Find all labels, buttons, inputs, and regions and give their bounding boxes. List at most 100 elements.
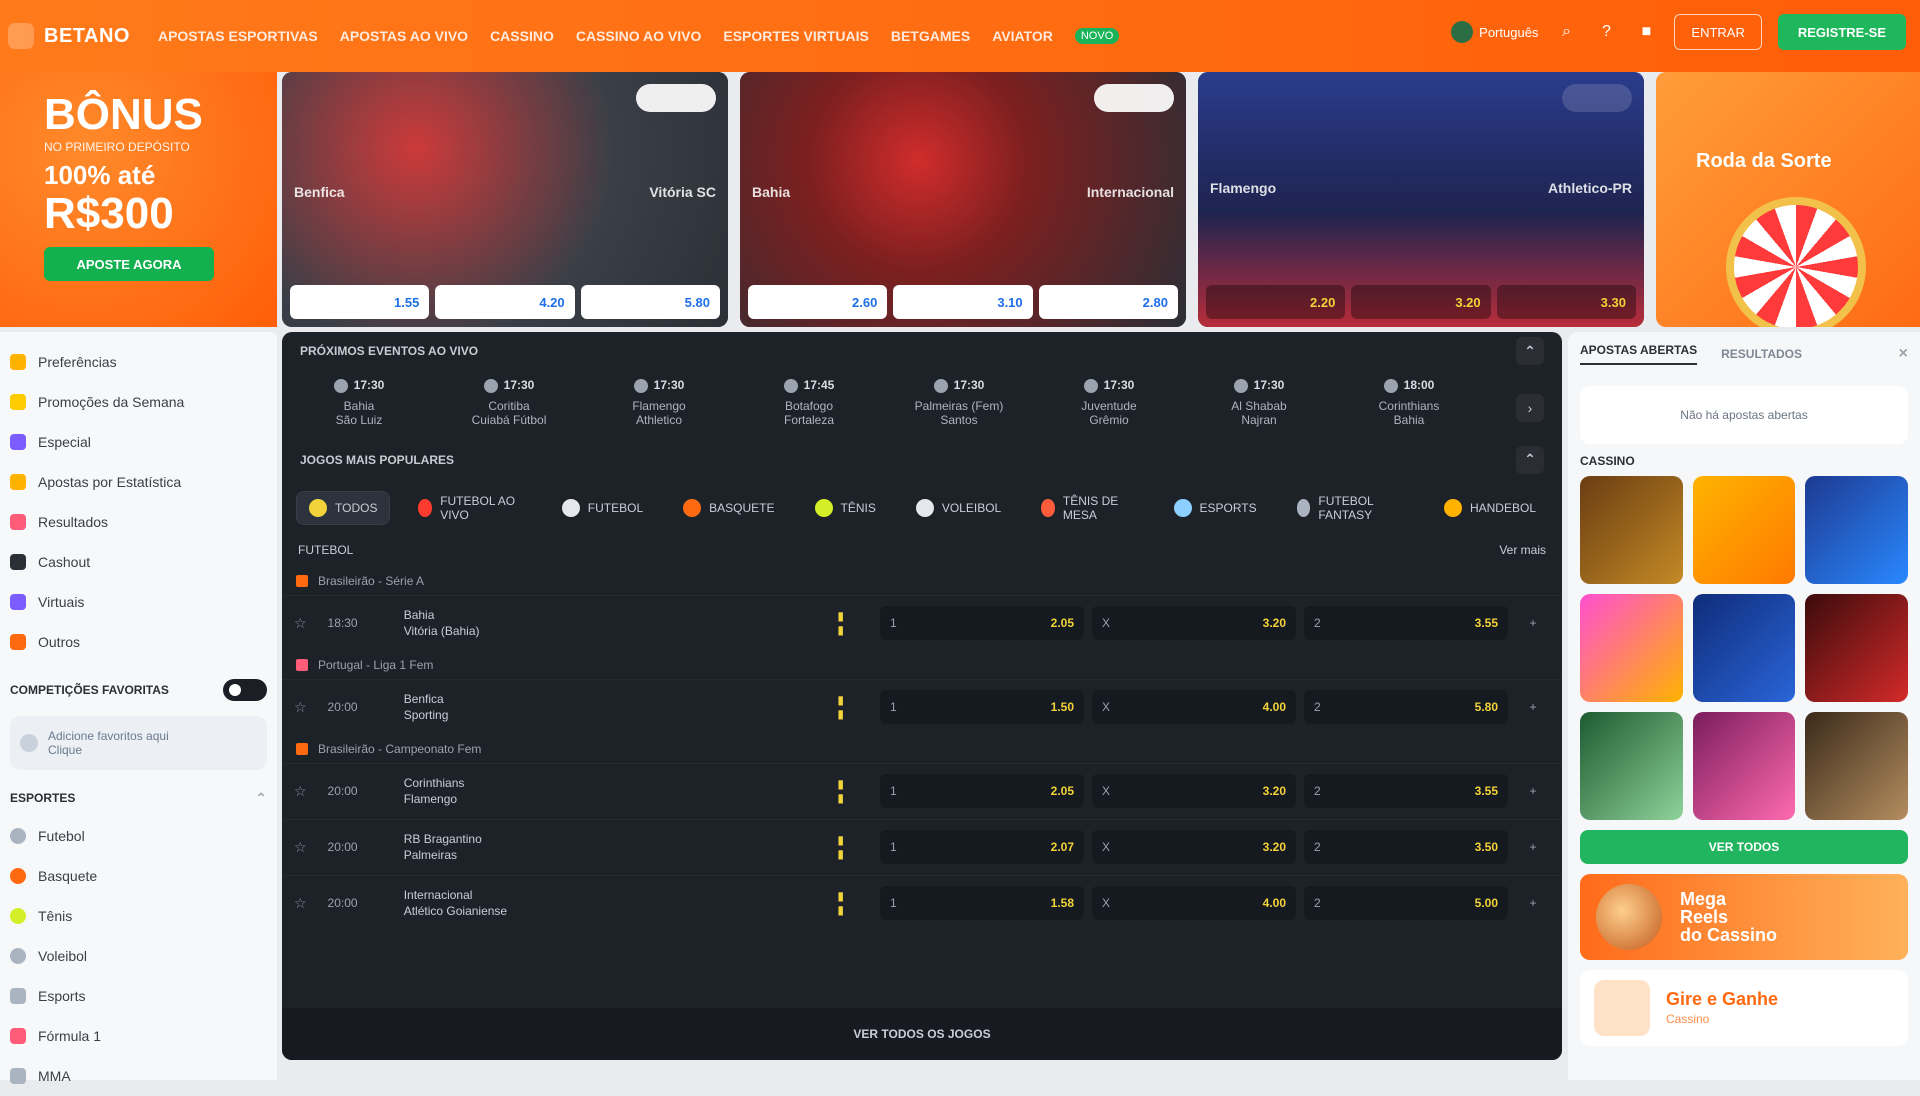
favorite-star-icon[interactable]: ☆ (294, 615, 310, 632)
match-row[interactable]: ☆ 20:00 Internacional Atlético Goianiens… (282, 874, 1562, 931)
help-icon[interactable]: ? (1594, 20, 1618, 44)
shield-icon[interactable]: ■ (1634, 20, 1658, 44)
hero-odd-2[interactable]: 3.10 (893, 285, 1033, 319)
odd-draw[interactable]: X 4.00 (1092, 690, 1296, 725)
odd-away[interactable]: 2 3.55 (1304, 774, 1508, 809)
odd-home[interactable]: 1 1.58 (880, 886, 1084, 921)
hero-odd-1[interactable]: 2.20 (1206, 285, 1346, 319)
sidebar-item-weekly-promos[interactable]: Promoções da Semana (0, 382, 277, 422)
hero-odd-3[interactable]: 2.80 (1038, 285, 1178, 319)
hero-odd-3[interactable]: 5.80 (580, 285, 720, 319)
favorite-star-icon[interactable]: ☆ (294, 839, 310, 856)
chip-tenis[interactable]: TÊNIS (803, 491, 888, 525)
hero-card-3[interactable]: Flamengo Athletico-PR 2.20 3.20 3.30 (1198, 72, 1644, 327)
chevron-up-icon[interactable]: ⌃ (1516, 445, 1544, 474)
more-markets-button[interactable]: + (1516, 840, 1550, 854)
sidebar-sport-volleyball[interactable]: Voleibol (0, 936, 277, 976)
match-row[interactable]: ☆ 18:30 Bahia Vitória (Bahia) ▮ ▮ 1 2.05 X… (282, 594, 1562, 651)
match-stats-icon[interactable]: ▮ ▮ (819, 889, 862, 917)
odd-away[interactable]: 2 3.55 (1304, 606, 1508, 641)
starting-event[interactable]: 17:45 Botafogo Fortaleza (750, 378, 868, 427)
promo-right[interactable]: Roda da Sorte (1656, 72, 1920, 327)
more-markets-button[interactable]: + (1516, 700, 1550, 714)
nav-cassino[interactable]: CASSINO (490, 28, 554, 44)
casino-game-tile[interactable] (1692, 476, 1796, 584)
sidebar-item-results[interactable]: Resultados (0, 502, 277, 542)
starting-event[interactable]: 17:30 Bahia São Luiz (300, 378, 418, 427)
nav-esportes-virtuais[interactable]: ESPORTES VIRTUAIS (723, 28, 868, 44)
starting-event[interactable]: 18:00 Corinthians Bahia (1350, 378, 1468, 427)
nav-betgames[interactable]: BETGAMES (891, 28, 970, 44)
chevron-right-icon[interactable]: › (1516, 394, 1544, 422)
sidebar-item-cashout[interactable]: Cashout (0, 542, 277, 582)
brand-logo[interactable]: BETANO (8, 23, 130, 49)
match-row[interactable]: ☆ 20:00 Benfica Sporting ▮ ▮ 1 1.50 X 4.00 … (282, 678, 1562, 735)
chip-esports[interactable]: ESPORTS (1162, 491, 1269, 525)
chip-futebol-fantasy[interactable]: FUTEBOL FANTASY (1285, 491, 1416, 525)
tab-results[interactable]: RESULTADOS (1721, 347, 1802, 361)
hero-odd-2[interactable]: 4.20 (435, 285, 575, 319)
casino-game-tile[interactable] (1692, 594, 1796, 702)
match-row[interactable]: ☆ 20:00 Corinthians Flamengo ▮ ▮ 1 2.05 X3… (282, 762, 1562, 819)
match-stats-icon[interactable]: ▮ ▮ (819, 777, 862, 805)
odd-draw[interactable]: X 3.20 (1092, 606, 1296, 641)
hero-odd-1[interactable]: 1.55 (290, 285, 430, 319)
casino-game-tile[interactable] (1580, 476, 1683, 584)
hero-card-1[interactable]: Benfica Vitória SC 1.55 4.20 5.80 (282, 72, 728, 327)
chip-tenis-de-mesa[interactable]: TÊNIS DE MESA (1029, 491, 1145, 525)
chip-futebol[interactable]: FUTEBOL (550, 491, 655, 525)
odd-home[interactable]: 1 1.50 (880, 690, 1084, 725)
casino-game-tile[interactable] (1805, 712, 1908, 820)
starting-event[interactable]: 17:30 Flamengo Athletico (600, 378, 718, 427)
sidebar-sport-f1[interactable]: Fórmula 1 (0, 1016, 277, 1056)
match-row[interactable]: ☆ 20:00 RB Bragantino Palmeiras ▮ ▮ 1 2.07… (282, 818, 1562, 875)
odd-draw[interactable]: X 4.00 (1092, 886, 1296, 921)
more-markets-button[interactable]: + (1516, 896, 1550, 910)
league-sub-right[interactable]: Ver mais (1499, 543, 1546, 557)
more-markets-button[interactable]: + (1516, 784, 1550, 798)
nav-cassino-ao-vivo[interactable]: CASSINO AO VIVO (576, 28, 702, 44)
see-all-button[interactable]: VER TODOS OS JOGOS (282, 1008, 1562, 1060)
hero-odd-1[interactable]: 2.60 (748, 285, 888, 319)
chip-basquete[interactable]: BASQUETE (671, 491, 786, 525)
login-button[interactable]: ENTRAR (1674, 14, 1762, 50)
chip-futebol-ao-vivo[interactable]: FUTEBOL AO VIVO (406, 491, 533, 525)
sidebar-sport-mma[interactable]: MMA (0, 1056, 277, 1096)
casino-game-tile[interactable] (1580, 594, 1683, 702)
starting-event[interactable]: 17:30 Coritiba Cuiabá Fútbol (450, 378, 568, 427)
odd-away[interactable]: 2 5.00 (1304, 886, 1508, 921)
chevron-up-icon[interactable]: ⌃ (1516, 337, 1544, 365)
tab-open-bets[interactable]: APOSTAS ABERTAS (1580, 343, 1698, 365)
odd-away[interactable]: 2 3.50 (1304, 830, 1508, 865)
promo-banner-small[interactable]: Mega Reels do Cassino (1580, 874, 1908, 960)
match-stats-icon[interactable]: ▮ ▮ (819, 693, 862, 721)
sidebar-sport-soccer[interactable]: Futebol (0, 816, 277, 856)
sidebar-sport-basketball[interactable]: Basquete (0, 856, 277, 896)
promo-cta-button[interactable]: APOSTE AGORA (44, 247, 214, 281)
hero-odd-2[interactable]: 3.20 (1351, 285, 1491, 319)
signup-button[interactable]: REGISTRE-SE (1777, 14, 1906, 50)
sidebar-item-special[interactable]: Especial (0, 422, 277, 462)
match-stats-icon[interactable]: ▮ ▮ (819, 609, 862, 637)
match-stats-icon[interactable]: ▮ ▮ (819, 833, 862, 861)
language-selector[interactable]: Português (1451, 21, 1538, 43)
promo-card-bottom[interactable]: Gire e Ganhe Cassino (1580, 970, 1908, 1046)
casino-game-tile[interactable] (1692, 712, 1796, 820)
casino-see-all-button[interactable]: VER TODOS (1580, 830, 1908, 864)
sidebar-item-preferences[interactable]: Preferências (0, 342, 277, 382)
casino-game-tile[interactable] (1805, 594, 1908, 702)
odd-draw[interactable]: X 3.20 (1092, 830, 1296, 865)
sidebar-sport-tennis[interactable]: Tênis (0, 896, 277, 936)
favorites-toggle[interactable] (223, 679, 267, 701)
close-icon[interactable]: × (1899, 345, 1908, 363)
hero-card-2[interactable]: Bahia Internacional 2.60 3.10 2.80 (740, 72, 1186, 327)
chip-handebol[interactable]: HANDEBOL (1432, 491, 1548, 525)
casino-game-tile[interactable] (1805, 476, 1908, 584)
search-icon[interactable]: ⌕ (1554, 20, 1578, 44)
favorite-star-icon[interactable]: ☆ (294, 699, 310, 716)
odd-home[interactable]: 1 2.05 (880, 774, 1084, 809)
starting-event[interactable]: 17:30 Palmeiras (Fem) Santos (900, 378, 1018, 427)
sidebar-item-others[interactable]: Outros (0, 622, 277, 662)
odd-home[interactable]: 1 2.07 (880, 830, 1084, 865)
sidebar-item-stats-bets[interactable]: Apostas por Estatística (0, 462, 277, 502)
